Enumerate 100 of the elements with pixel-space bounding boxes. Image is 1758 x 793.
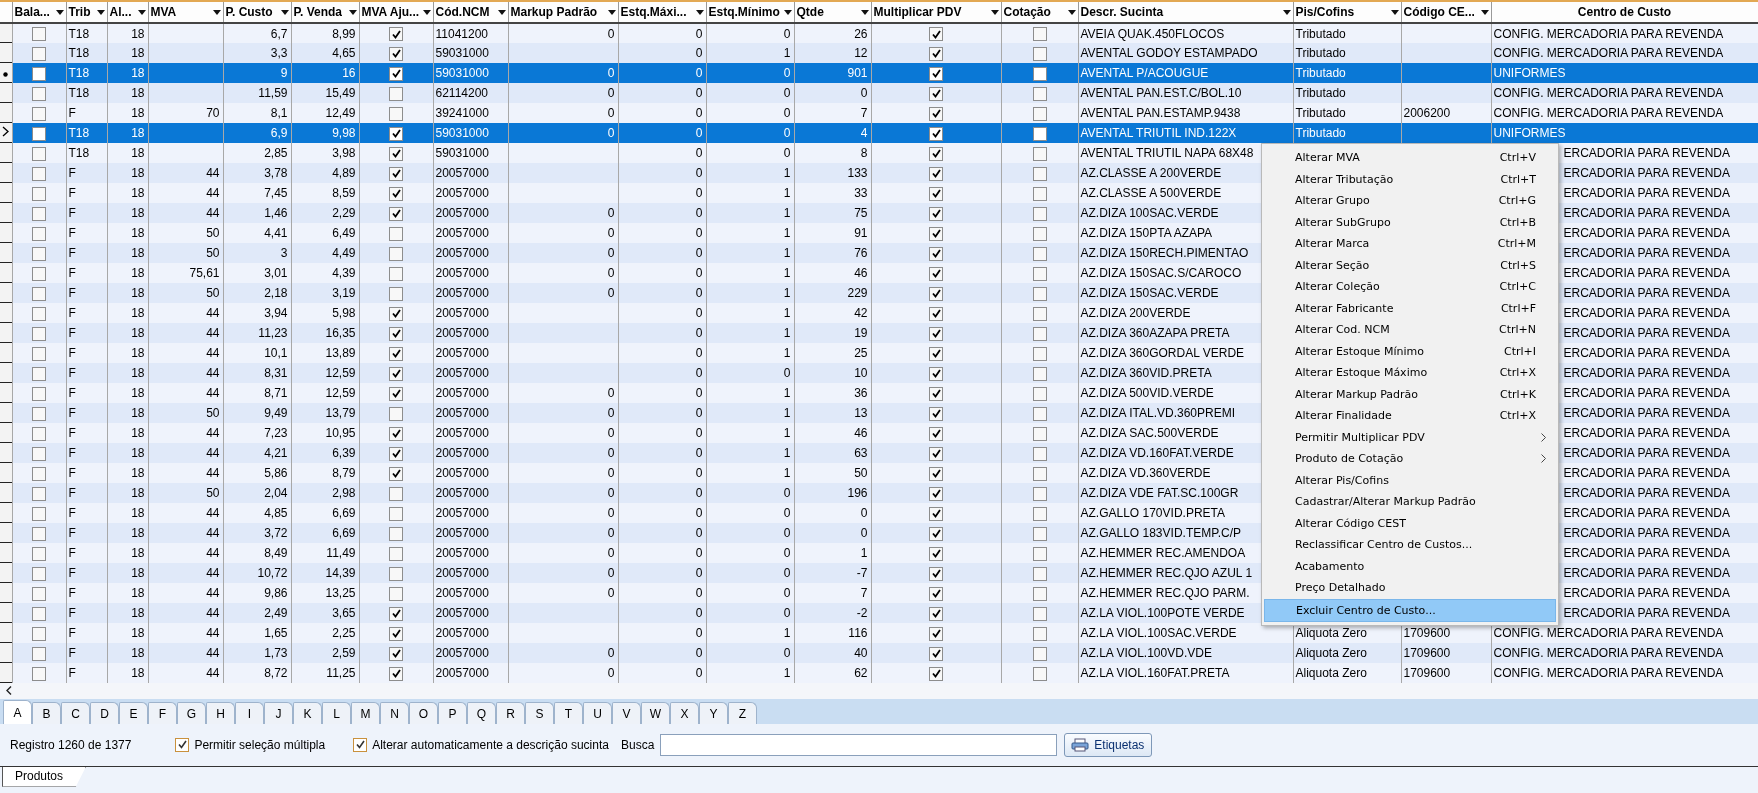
column-header[interactable]: Estq.Mínimo bbox=[706, 1, 794, 23]
letter-tab[interactable]: M bbox=[351, 702, 380, 725]
checkbox[interactable] bbox=[929, 126, 943, 141]
checkbox[interactable] bbox=[32, 586, 46, 601]
letter-tab[interactable]: E bbox=[119, 702, 148, 725]
checkbox[interactable] bbox=[1032, 466, 1047, 481]
checkbox[interactable] bbox=[32, 146, 46, 161]
checkbox[interactable] bbox=[929, 266, 943, 281]
checkbox[interactable] bbox=[32, 606, 46, 621]
checkbox[interactable] bbox=[389, 446, 403, 461]
checkbox[interactable] bbox=[32, 166, 46, 181]
checkbox[interactable] bbox=[389, 266, 403, 281]
checkbox[interactable] bbox=[1032, 506, 1047, 521]
letter-tab[interactable]: J bbox=[264, 702, 293, 725]
menu-item[interactable]: Alterar Grupo Ctrl+G bbox=[1264, 190, 1556, 212]
checkbox-label[interactable]: Alterar automaticamente a descrição sucinta bbox=[372, 737, 609, 752]
checkbox[interactable] bbox=[389, 346, 403, 361]
menu-item[interactable]: Alterar Código CEST bbox=[1264, 512, 1556, 534]
checkbox[interactable] bbox=[389, 186, 403, 201]
checkbox[interactable] bbox=[1032, 326, 1047, 341]
letter-tab[interactable]: C bbox=[61, 702, 90, 725]
checkbox[interactable] bbox=[389, 46, 403, 61]
checkbox[interactable] bbox=[929, 646, 943, 661]
letter-tab[interactable]: B bbox=[32, 702, 61, 725]
checkbox[interactable] bbox=[929, 566, 943, 581]
checkbox[interactable] bbox=[389, 246, 403, 261]
checkbox[interactable] bbox=[1032, 306, 1047, 321]
checkbox[interactable] bbox=[929, 86, 943, 101]
checkbox[interactable] bbox=[929, 446, 943, 461]
checkbox[interactable] bbox=[389, 386, 403, 401]
menu-item[interactable]: Alterar Coleção Ctrl+C bbox=[1264, 276, 1556, 298]
dropdown-arrow-icon[interactable] bbox=[783, 9, 792, 15]
dropdown-arrow-icon[interactable] bbox=[96, 9, 105, 15]
checkbox[interactable] bbox=[389, 27, 403, 42]
checkbox[interactable] bbox=[1032, 106, 1047, 121]
column-header[interactable]: Descr. Sucinta bbox=[1078, 1, 1293, 23]
checkbox[interactable] bbox=[929, 306, 943, 321]
checkbox[interactable] bbox=[389, 146, 403, 161]
menu-item[interactable]: Alterar Tributação Ctrl+T bbox=[1264, 168, 1556, 190]
checkbox[interactable] bbox=[32, 446, 46, 461]
checkbox[interactable] bbox=[32, 246, 46, 261]
dropdown-arrow-icon[interactable] bbox=[860, 9, 869, 15]
checkbox[interactable] bbox=[929, 406, 943, 421]
checkbox[interactable] bbox=[32, 66, 46, 81]
tab[interactable]: Produtos bbox=[2, 766, 87, 787]
menu-item[interactable]: Alterar MVA Ctrl+V bbox=[1264, 147, 1556, 169]
checkbox[interactable] bbox=[929, 666, 943, 681]
checkbox[interactable] bbox=[389, 426, 403, 441]
checkbox[interactable] bbox=[929, 586, 943, 601]
checkbox[interactable] bbox=[929, 526, 943, 541]
letter-tab[interactable]: A bbox=[3, 700, 32, 725]
letter-tab[interactable]: G bbox=[177, 702, 206, 725]
checkbox[interactable] bbox=[929, 626, 943, 641]
letter-tab[interactable]: K bbox=[293, 702, 322, 725]
dropdown-arrow-icon[interactable] bbox=[212, 9, 221, 15]
checkbox[interactable] bbox=[929, 226, 943, 241]
checkbox[interactable] bbox=[32, 546, 46, 561]
checkbox[interactable] bbox=[1032, 566, 1047, 581]
checkbox[interactable] bbox=[1032, 146, 1047, 161]
column-header[interactable]: Código CE... bbox=[1401, 1, 1491, 23]
checkbox[interactable] bbox=[929, 426, 943, 441]
checkbox[interactable] bbox=[32, 366, 46, 381]
checkbox[interactable] bbox=[32, 306, 46, 321]
dropdown-arrow-icon[interactable] bbox=[695, 9, 704, 15]
column-header[interactable]: Bala... bbox=[12, 1, 66, 23]
dropdown-arrow-icon[interactable] bbox=[422, 9, 431, 15]
checkbox[interactable] bbox=[32, 226, 46, 241]
dropdown-arrow-icon[interactable] bbox=[990, 9, 999, 15]
checkbox[interactable] bbox=[32, 186, 46, 201]
menu-item[interactable]: Alterar Pis/Cofins bbox=[1264, 469, 1556, 491]
column-header[interactable]: Centro de Custo bbox=[1491, 1, 1758, 23]
menu-item[interactable]: Permitir Multiplicar PDV bbox=[1264, 426, 1556, 448]
checkbox[interactable] bbox=[1032, 27, 1047, 42]
checkbox[interactable] bbox=[32, 646, 46, 661]
checkbox[interactable] bbox=[389, 546, 403, 561]
menu-item[interactable]: Produto de Cotação bbox=[1264, 448, 1556, 470]
column-header[interactable]: Pis/Cofins bbox=[1293, 1, 1401, 23]
checkbox[interactable] bbox=[1032, 646, 1047, 661]
checkbox[interactable] bbox=[389, 66, 403, 81]
labels-button[interactable]: Etiquetas bbox=[1064, 732, 1153, 757]
checkbox[interactable] bbox=[389, 126, 403, 141]
checkbox[interactable] bbox=[929, 466, 943, 481]
checkbox[interactable] bbox=[389, 86, 403, 101]
checkbox[interactable] bbox=[929, 506, 943, 521]
menu-item[interactable]: Preço Detalhado bbox=[1264, 577, 1556, 599]
checkbox[interactable] bbox=[389, 506, 403, 521]
checkbox[interactable] bbox=[1032, 86, 1047, 101]
letter-tab[interactable]: U bbox=[583, 702, 612, 725]
checkbox[interactable] bbox=[1032, 346, 1047, 361]
checkbox[interactable] bbox=[32, 206, 46, 221]
checkbox[interactable] bbox=[929, 326, 943, 341]
dropdown-arrow-icon[interactable] bbox=[607, 9, 616, 15]
checkbox[interactable] bbox=[389, 606, 403, 621]
letter-tab[interactable]: R bbox=[496, 702, 525, 725]
column-header[interactable]: Qtde bbox=[794, 1, 871, 23]
letter-tab[interactable]: L bbox=[322, 702, 351, 725]
letter-tab[interactable]: H bbox=[206, 702, 235, 725]
checkbox[interactable] bbox=[389, 326, 403, 341]
checkbox[interactable] bbox=[32, 346, 46, 361]
checkbox[interactable] bbox=[929, 546, 943, 561]
